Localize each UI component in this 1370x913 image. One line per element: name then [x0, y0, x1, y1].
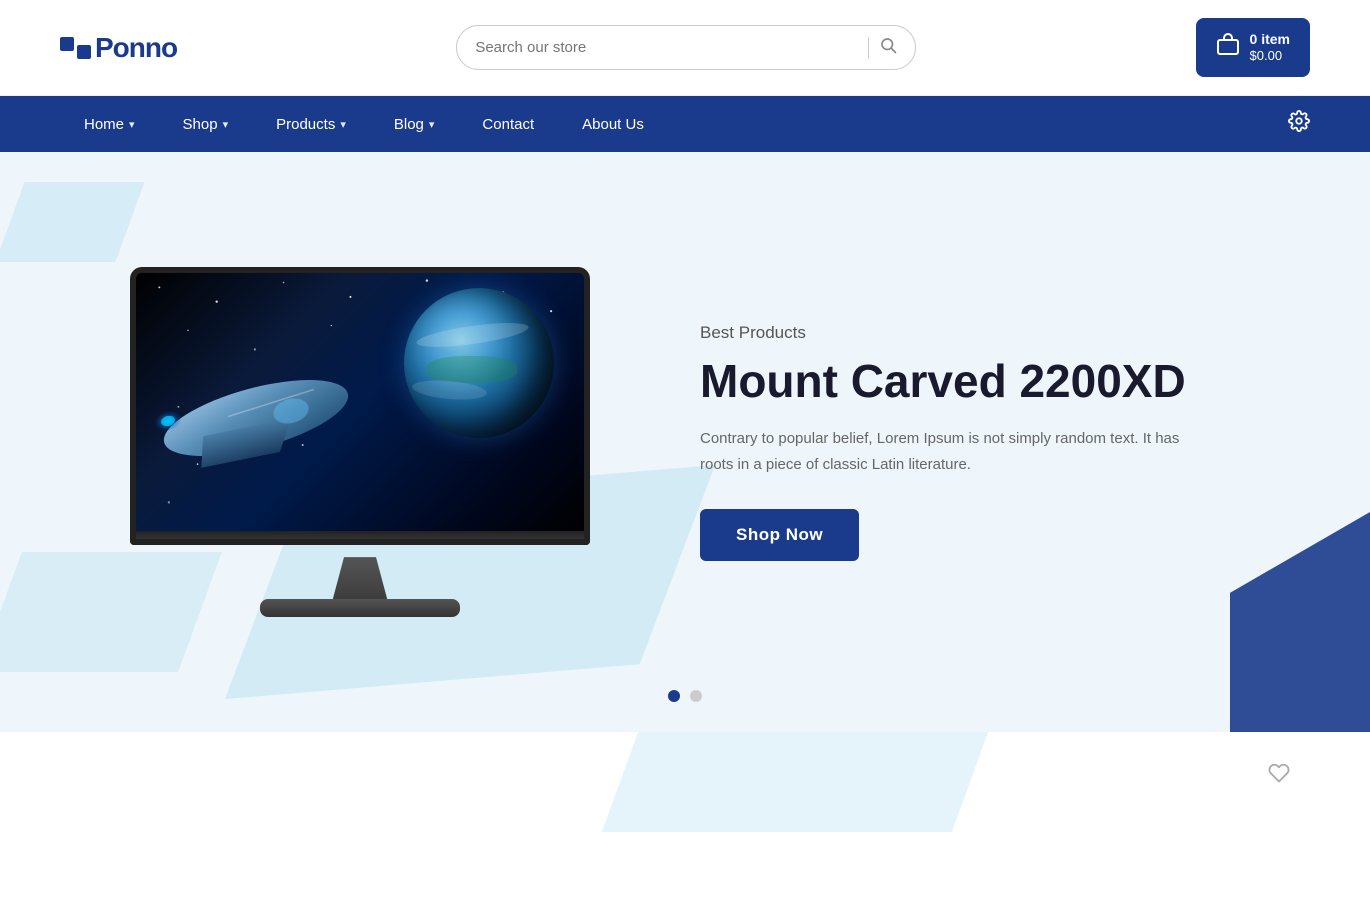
cart-info: 0 item $0.00: [1250, 30, 1290, 65]
nav-label-about: About Us: [582, 116, 644, 133]
screen-display: [136, 273, 584, 531]
nav-label-home: Home: [84, 116, 124, 133]
search-bar: [456, 25, 916, 70]
logo-icon: [60, 37, 91, 59]
hero-image: [80, 267, 640, 617]
nav-item-contact[interactable]: Contact: [458, 96, 558, 152]
spaceship: [146, 363, 386, 493]
nav-item-home[interactable]: Home ▾: [60, 96, 159, 152]
search-divider: [868, 37, 869, 59]
shop-now-button[interactable]: Shop Now: [700, 509, 859, 561]
carousel-dot-1[interactable]: [668, 690, 680, 702]
bottom-shape: [602, 732, 988, 832]
nav-label-shop: Shop: [183, 116, 218, 133]
nav-arrow-shop: ▾: [223, 118, 229, 131]
nav-items: Home ▾ Shop ▾ Products ▾ Blog ▾ Contact …: [60, 96, 1288, 152]
nav-arrow-home: ▾: [129, 118, 135, 131]
logo-square-1: [60, 37, 74, 51]
cart-price: $0.00: [1250, 48, 1283, 65]
logo-text: Ponno: [95, 32, 177, 64]
monitor: [100, 267, 620, 617]
navbar: Home ▾ Shop ▾ Products ▾ Blog ▾ Contact …: [0, 96, 1370, 152]
hero-section: Best Products Mount Carved 2200XD Contra…: [0, 152, 1370, 732]
hero-text: Best Products Mount Carved 2200XD Contra…: [640, 323, 1240, 561]
nav-item-blog[interactable]: Blog ▾: [370, 96, 459, 152]
nav-label-blog: Blog: [394, 116, 424, 133]
monitor-base: [260, 599, 460, 617]
monitor-bezel: [130, 531, 590, 545]
carousel-dots: [668, 690, 702, 702]
planet: [404, 288, 554, 438]
cart-icon: [1216, 33, 1240, 63]
hero-title: Mount Carved 2200XD: [700, 355, 1240, 408]
wishlist-icon[interactable]: [1268, 762, 1290, 790]
hero-description: Contrary to popular belief, Lorem Ipsum …: [700, 426, 1200, 477]
search-icon[interactable]: [879, 36, 897, 59]
hero-content: Best Products Mount Carved 2200XD Contra…: [0, 227, 1370, 657]
cart-button[interactable]: 0 item $0.00: [1196, 18, 1310, 77]
settings-icon[interactable]: [1288, 110, 1310, 138]
cart-items-count: 0 item: [1250, 30, 1290, 48]
nav-label-contact: Contact: [482, 116, 534, 133]
nav-item-about[interactable]: About Us: [558, 96, 668, 152]
logo-square-2: [77, 45, 91, 59]
nav-arrow-products: ▾: [340, 118, 346, 131]
logo[interactable]: Ponno: [60, 32, 177, 64]
carousel-dot-2[interactable]: [690, 690, 702, 702]
nav-arrow-blog: ▾: [429, 118, 435, 131]
bottom-section: [0, 732, 1370, 832]
monitor-screen: [130, 267, 590, 537]
hero-subtitle: Best Products: [700, 323, 1240, 343]
nav-item-shop[interactable]: Shop ▾: [159, 96, 253, 152]
search-input[interactable]: [475, 39, 858, 56]
nav-label-products: Products: [276, 116, 335, 133]
site-header: Ponno 0 item $0.00: [0, 0, 1370, 96]
nav-item-products[interactable]: Products ▾: [252, 96, 370, 152]
